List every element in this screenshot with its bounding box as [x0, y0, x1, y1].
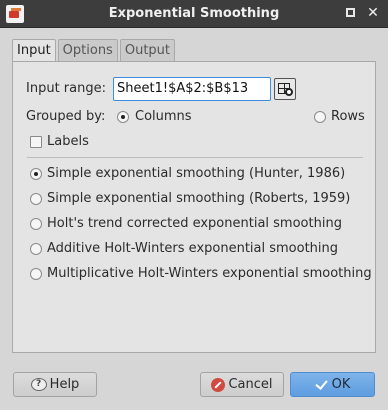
method-label-holt[interactable]: Holt's trend corrected exponential smoot…	[47, 216, 342, 231]
labels-checkbox-label[interactable]: Labels	[47, 134, 89, 149]
method-radio-multiplicative-hw[interactable]	[30, 268, 42, 280]
method-label-roberts[interactable]: Simple exponential smoothing (Roberts, 1…	[47, 191, 350, 206]
labels-checkbox[interactable]	[30, 136, 42, 148]
help-icon: ?	[30, 378, 47, 391]
grouped-rows-radio[interactable]	[314, 111, 326, 123]
ok-button[interactable]: OK	[290, 372, 375, 397]
window-title: Exponential Smoothing	[108, 6, 280, 21]
grouped-by-label: Grouped by:	[26, 109, 106, 124]
close-icon[interactable]: ✕	[366, 6, 380, 20]
input-range-label: Input range:	[26, 81, 106, 96]
restore-icon[interactable]	[343, 6, 357, 20]
title-bar: Exponential Smoothing ✕	[0, 0, 388, 28]
grouped-columns-radio[interactable]	[117, 111, 129, 123]
method-radio-hunter[interactable]	[30, 168, 42, 180]
input-range-field[interactable]: Sheet1!$A$2:$B$13	[113, 77, 271, 101]
ok-check-icon	[315, 378, 329, 392]
help-button[interactable]: ? Help	[13, 372, 97, 397]
tab-options[interactable]: Options	[57, 39, 118, 61]
tab-input[interactable]: Input	[12, 39, 56, 62]
method-label-hunter[interactable]: Simple exponential smoothing (Hunter, 19…	[47, 166, 345, 181]
cancel-button-label: Cancel	[228, 377, 273, 392]
grouped-rows-label[interactable]: Rows	[331, 109, 365, 124]
grouped-columns-label[interactable]: Columns	[135, 109, 192, 124]
help-button-label: Help	[49, 377, 80, 392]
cancel-button[interactable]: Cancel	[200, 372, 284, 397]
divider	[27, 157, 363, 158]
method-label-additive-hw[interactable]: Additive Holt-Winters exponential smooth…	[47, 241, 338, 256]
cancel-icon	[211, 377, 226, 392]
method-label-multiplicative-hw[interactable]: Multiplicative Holt-Winters exponential …	[47, 266, 372, 281]
method-radio-holt[interactable]	[30, 218, 42, 230]
ok-button-label: OK	[331, 377, 351, 392]
tab-output[interactable]: Output	[119, 39, 176, 61]
input-tab-panel: Input range: Sheet1!$A$2:$B$13 Grouped b…	[12, 61, 376, 353]
tab-bar: Input Options Output	[12, 39, 177, 62]
method-radio-roberts[interactable]	[30, 193, 42, 205]
cell-range-picker-icon[interactable]	[274, 78, 296, 100]
method-radio-additive-hw[interactable]	[30, 243, 42, 255]
